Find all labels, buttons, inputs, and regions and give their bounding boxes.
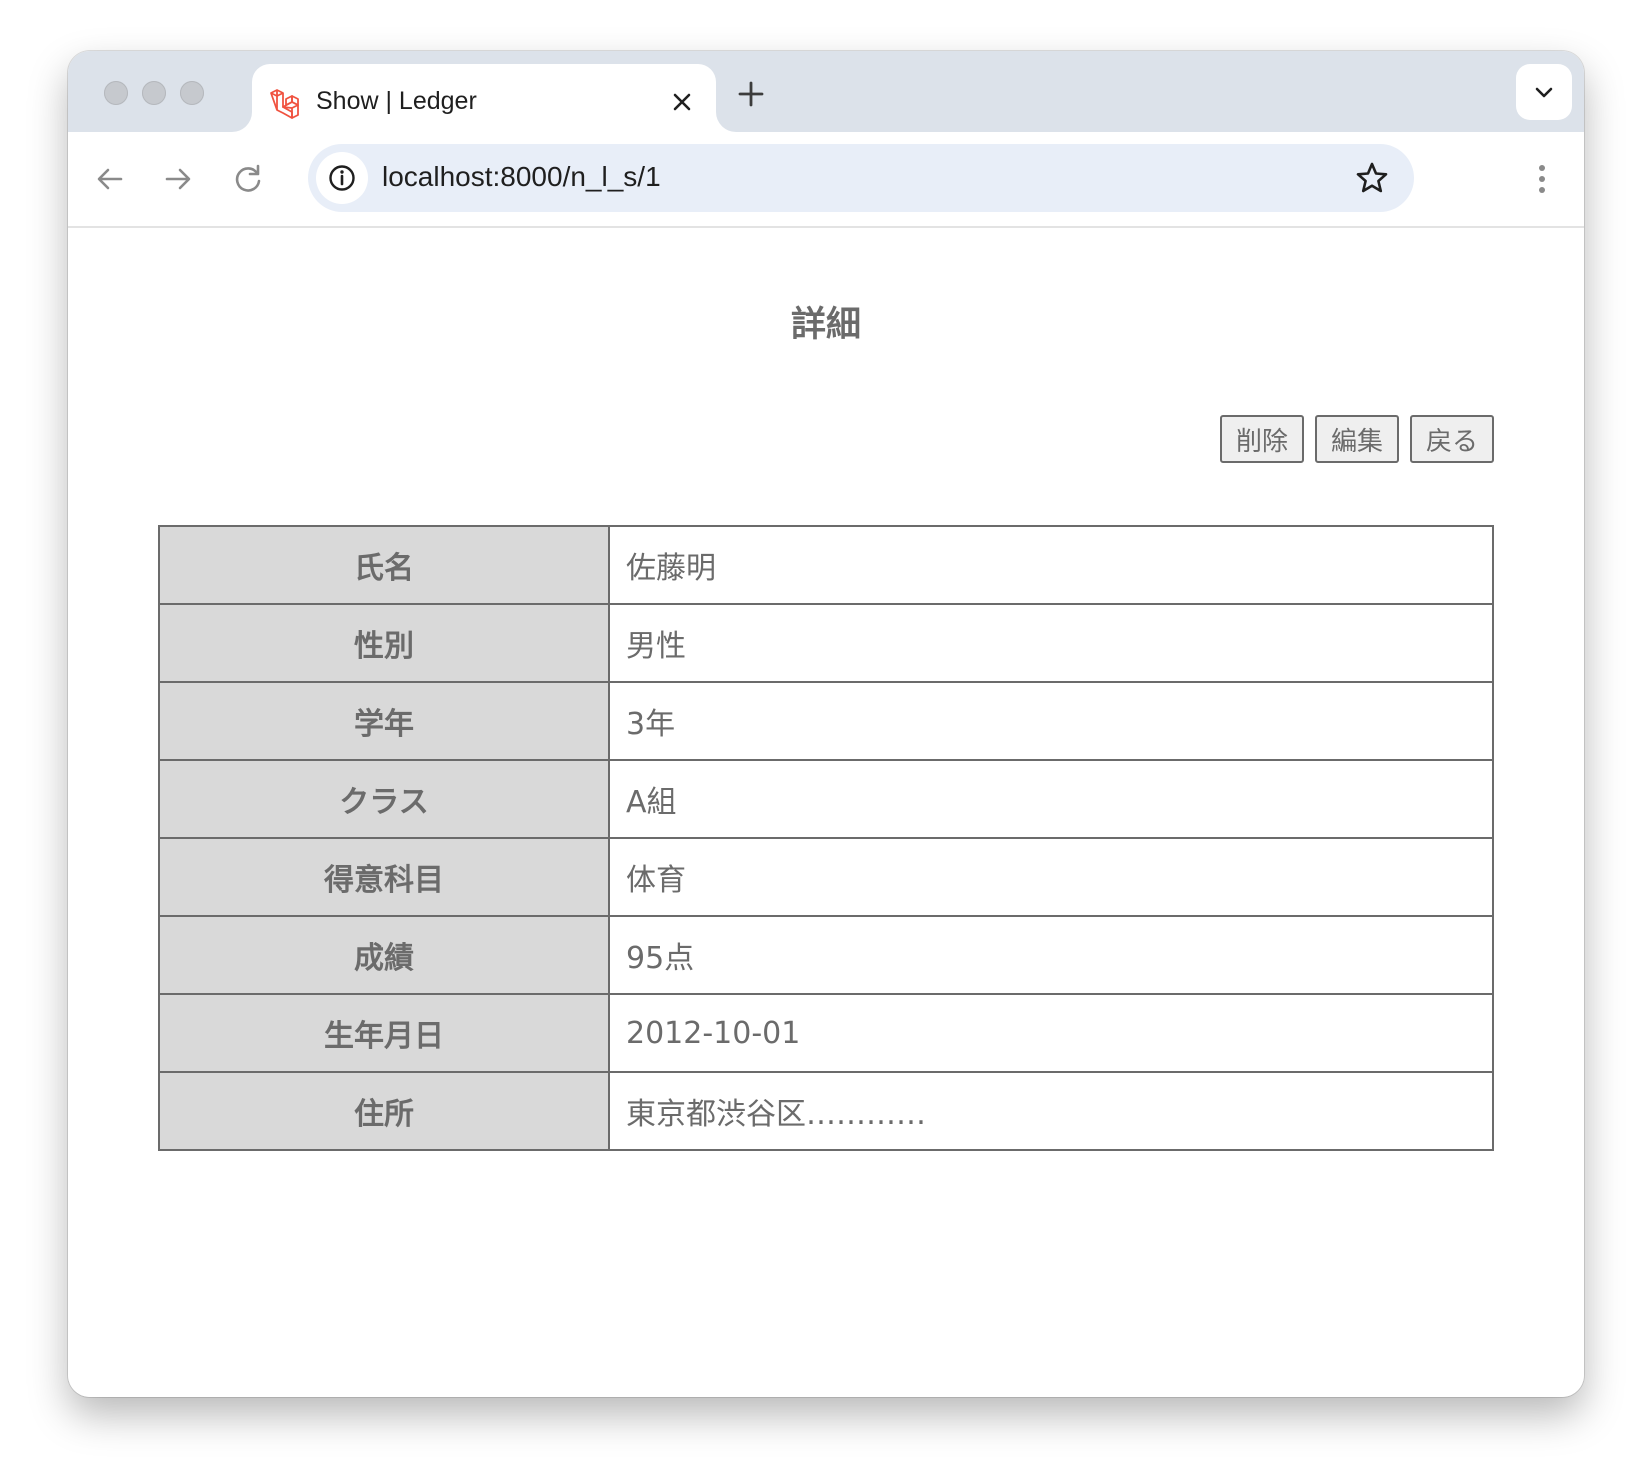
action-buttons: 削除 編集 戻る bbox=[1220, 415, 1494, 463]
field-value: 佐藤明 bbox=[608, 525, 1494, 605]
field-value: 男性 bbox=[608, 603, 1494, 683]
field-label: 性別 bbox=[158, 603, 610, 683]
table-row: クラス A組 bbox=[158, 759, 1494, 839]
edit-button[interactable]: 編集 bbox=[1315, 415, 1399, 463]
window-close-control[interactable] bbox=[104, 81, 128, 105]
field-label: 生年月日 bbox=[158, 993, 610, 1073]
chevron-down-icon bbox=[1535, 87, 1553, 98]
bookmark-star-icon[interactable] bbox=[1354, 160, 1390, 196]
laravel-logo-icon bbox=[270, 89, 299, 119]
kebab-menu-icon[interactable] bbox=[1522, 159, 1562, 199]
window-minimize-control[interactable] bbox=[142, 81, 166, 105]
field-value: 95点 bbox=[608, 915, 1494, 995]
window-zoom-control[interactable] bbox=[180, 81, 204, 105]
tab-strip: Show | Ledger bbox=[68, 51, 1584, 132]
tab-title: Show | Ledger bbox=[316, 87, 477, 115]
field-label: 成績 bbox=[158, 915, 610, 995]
field-label: クラス bbox=[158, 759, 610, 839]
back-button[interactable]: 戻る bbox=[1410, 415, 1494, 463]
table-row: 生年月日 2012-10-01 bbox=[158, 993, 1494, 1073]
site-info-button[interactable] bbox=[316, 152, 368, 204]
field-value: 体育 bbox=[608, 837, 1494, 917]
browser-window: Show | Ledger localhost:8000/n_l_s/1 詳細 … bbox=[68, 51, 1584, 1397]
table-row: 性別 男性 bbox=[158, 603, 1494, 683]
browser-toolbar: localhost:8000/n_l_s/1 bbox=[68, 132, 1584, 228]
page-title: 詳細 bbox=[790, 305, 861, 344]
field-label: 学年 bbox=[158, 681, 610, 761]
field-label: 住所 bbox=[158, 1071, 610, 1151]
table-row: 成績 95点 bbox=[158, 915, 1494, 995]
table-row: 氏名 佐藤明 bbox=[158, 525, 1494, 605]
field-value: 東京都渋谷区………… bbox=[608, 1071, 1494, 1151]
back-arrow-icon[interactable] bbox=[90, 159, 130, 199]
page-content: 詳細 削除 編集 戻る 氏名 佐藤明 性別 男性 学年 3年 クラス A組 得意… bbox=[68, 228, 1584, 1397]
active-tab[interactable]: Show | Ledger bbox=[252, 64, 716, 132]
tab-search-button[interactable] bbox=[1516, 64, 1572, 120]
field-value: 2012-10-01 bbox=[608, 993, 1494, 1073]
forward-arrow-icon[interactable] bbox=[158, 159, 198, 199]
info-icon bbox=[329, 165, 355, 191]
table-row: 住所 東京都渋谷区………… bbox=[158, 1071, 1494, 1151]
table-row: 得意科目 体育 bbox=[158, 837, 1494, 917]
field-label: 得意科目 bbox=[158, 837, 610, 917]
new-tab-plus-icon[interactable] bbox=[734, 77, 768, 111]
detail-table: 氏名 佐藤明 性別 男性 学年 3年 クラス A組 得意科目 体育 成績 95点… bbox=[158, 525, 1494, 1151]
address-bar[interactable]: localhost:8000/n_l_s/1 bbox=[308, 144, 1414, 212]
field-value: A組 bbox=[608, 759, 1494, 839]
tab-close-icon[interactable] bbox=[666, 86, 698, 118]
table-row: 学年 3年 bbox=[158, 681, 1494, 761]
url-text[interactable]: localhost:8000/n_l_s/1 bbox=[382, 161, 661, 193]
field-label: 氏名 bbox=[158, 525, 610, 605]
reload-icon[interactable] bbox=[228, 159, 268, 199]
field-value: 3年 bbox=[608, 681, 1494, 761]
delete-button[interactable]: 削除 bbox=[1220, 415, 1304, 463]
